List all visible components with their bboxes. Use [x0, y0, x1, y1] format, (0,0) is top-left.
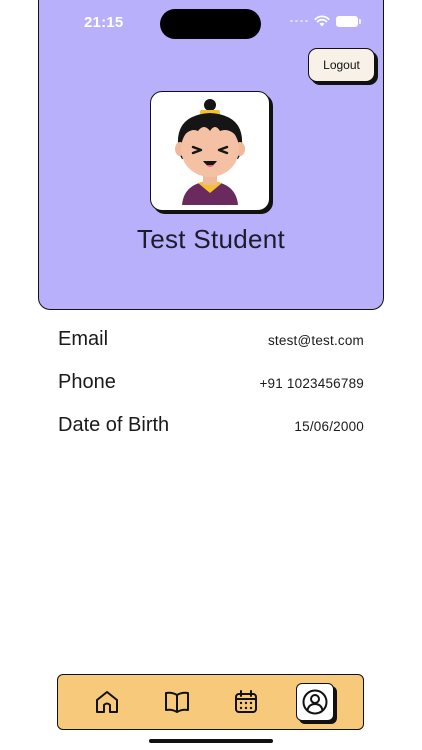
student-avatar-icon [175, 99, 245, 205]
nav-courses[interactable] [157, 682, 197, 722]
nav-calendar[interactable] [226, 682, 266, 722]
calendar-icon [235, 690, 258, 713]
home-indicator [149, 739, 273, 743]
bottom-nav [57, 674, 364, 730]
status-time: 21:15 [84, 14, 124, 31]
wifi-icon [314, 15, 330, 27]
dob-value: 15/06/2000 [294, 419, 364, 434]
email-value: stest@test.com [267, 333, 364, 348]
status-icons [290, 15, 361, 27]
email-row: Email stest@test.com [58, 328, 364, 351]
book-icon [164, 691, 189, 713]
phone-value: +91 1023456789 [259, 376, 364, 391]
email-label: Email [58, 328, 109, 350]
nav-profile[interactable] [296, 683, 335, 721]
dynamic-island [160, 9, 261, 39]
logout-button[interactable]: Logout [308, 48, 375, 82]
student-name: Test Student [136, 224, 286, 254]
dob-label: Date of Birth [58, 414, 170, 436]
signal-icon [290, 20, 308, 22]
nav-home[interactable] [87, 682, 127, 722]
phone-row: Phone +91 1023456789 [58, 371, 364, 394]
home-icon [95, 691, 118, 713]
avatar [150, 91, 270, 211]
profile-screen: 21:15 Logout Test Student Email stest@te… [0, 0, 422, 750]
dob-row: Date of Birth 15/06/2000 [58, 414, 364, 437]
status-bar: 21:15 [38, 0, 384, 46]
battery-icon [336, 15, 361, 27]
profile-icon [302, 689, 328, 715]
phone-label: Phone [58, 371, 116, 393]
